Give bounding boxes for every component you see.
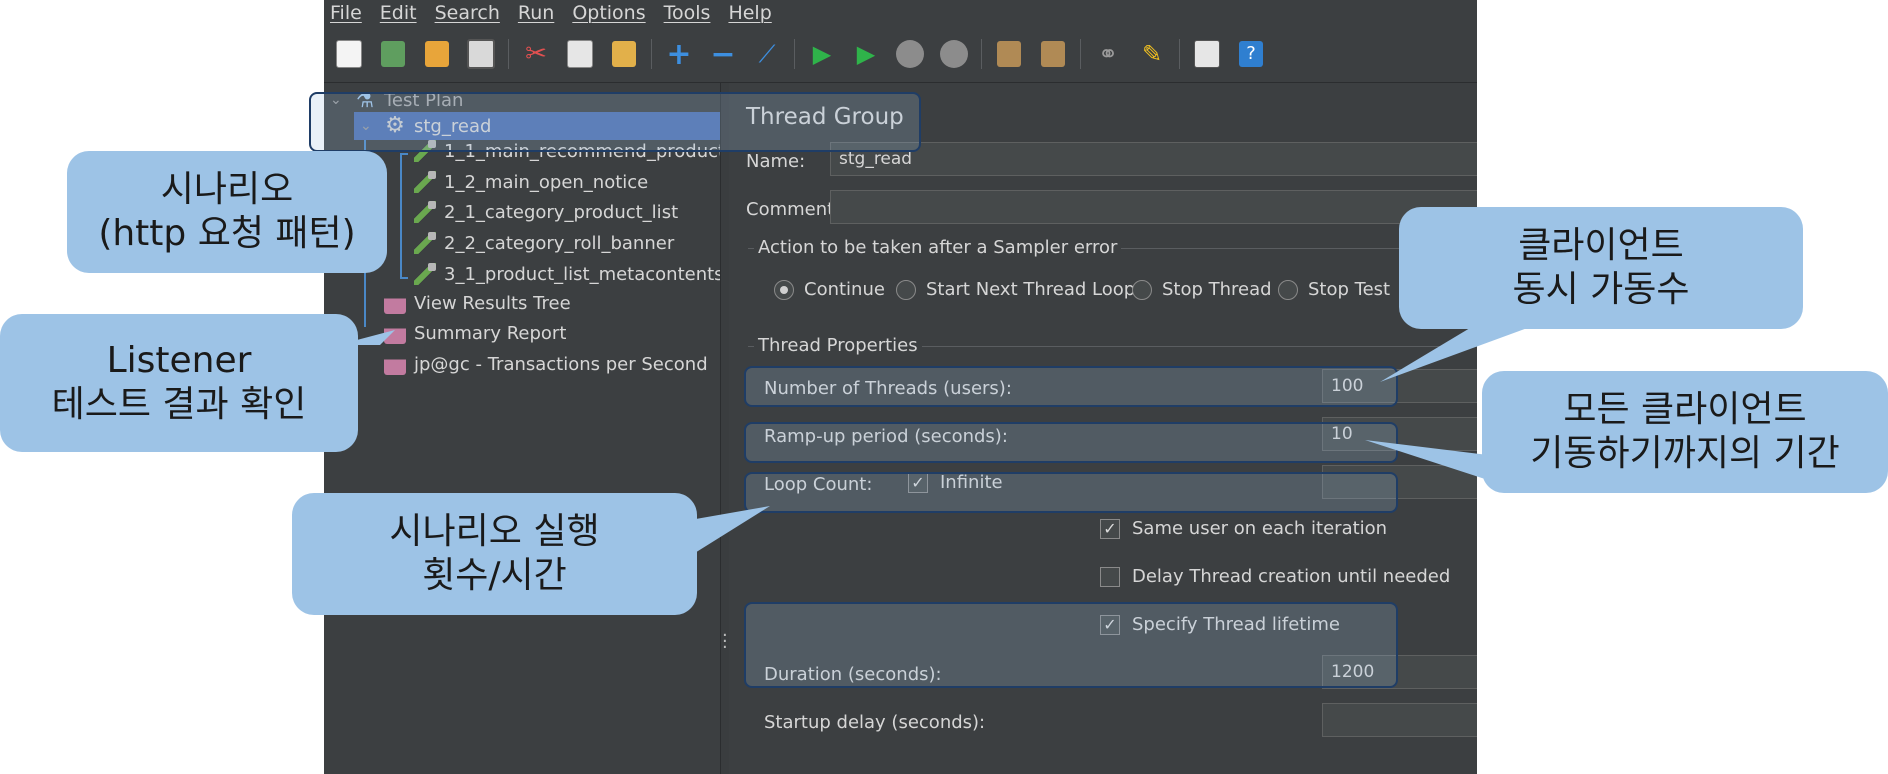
- callout-scenario: 시나리오 (http 요청 패턴): [67, 151, 387, 273]
- callout-threads: 클라이언트 동시 가동수: [1399, 207, 1803, 329]
- callout-rampup: 모든 클라이언트 기동하기까지의 기간: [1482, 371, 1888, 493]
- callout-listener: Listener 테스트 결과 확인: [0, 314, 358, 452]
- callout-loop: 시나리오 실행 횟수/시간: [292, 493, 697, 615]
